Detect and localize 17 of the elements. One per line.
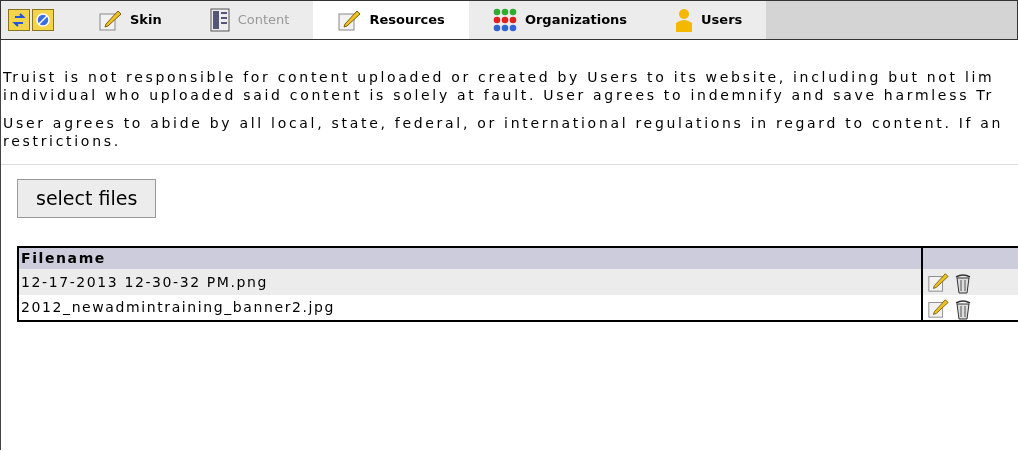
swap-button[interactable] [8,9,30,31]
people-grid-icon [492,8,517,32]
notice-text: Truist is not responsible for content uploaded or created by Users to its website, including but not lim [3,68,996,86]
notice-text: individual who uploaded said content is solely at fault. User agrees to indemnify and save harmless Tr [3,86,995,104]
layout-icon [209,8,230,32]
notice-text: User agrees to abide by all local, state, federal, or international regulations in regard to content. If an [3,114,1005,132]
notice-text: restrictions. [3,132,122,150]
tab[interactable]: Organizations [468,1,652,39]
tab[interactable]: Skin [74,1,186,39]
edit-icon[interactable] [927,296,949,319]
select-files-button[interactable]: select files [17,179,157,218]
pencil-icon [98,8,122,32]
tab[interactable]: Users [651,1,767,39]
pencil-icon [337,8,362,32]
user-icon [675,8,694,32]
tab[interactable]: Resources [313,1,469,39]
block-button[interactable] [32,9,54,31]
